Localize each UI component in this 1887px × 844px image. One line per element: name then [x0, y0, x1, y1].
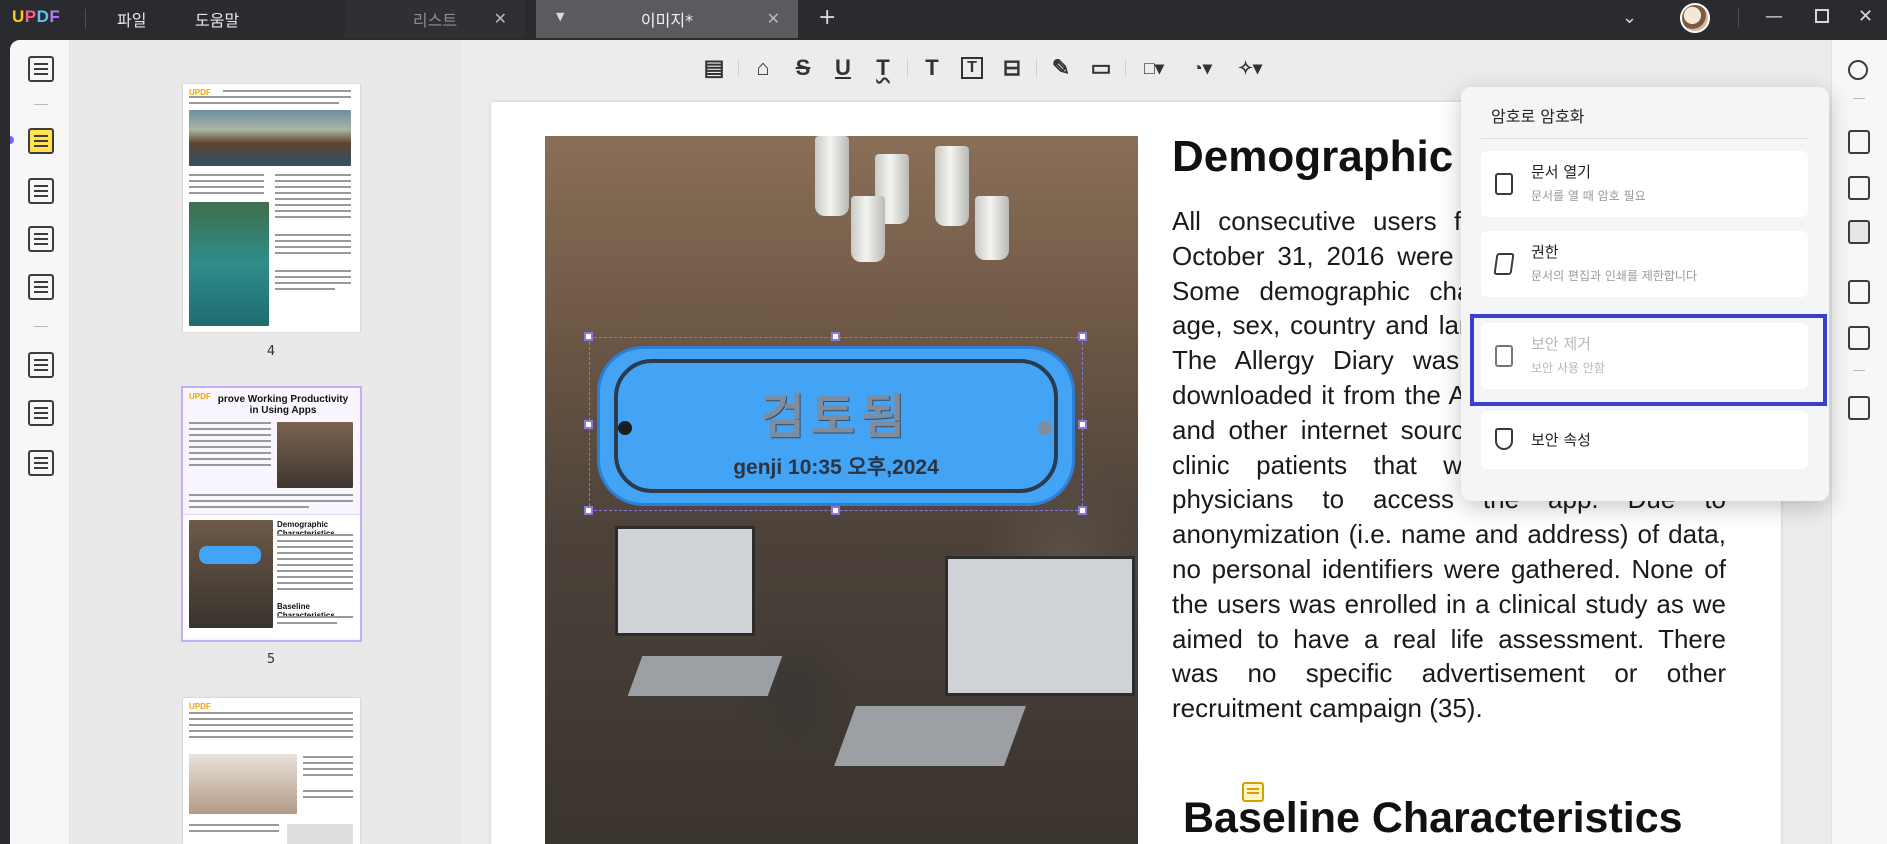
- resize-handle[interactable]: [1078, 332, 1087, 341]
- lock-doc-icon: [1495, 173, 1513, 195]
- resize-handle[interactable]: [584, 506, 593, 515]
- page-number-4: 4: [266, 344, 276, 359]
- page-thumbnail-4[interactable]: UPDF: [183, 84, 360, 332]
- thumbnail-panel: UPDF 4 UPDF prove Working Productivity i…: [71, 40, 463, 844]
- resize-handle[interactable]: [1078, 420, 1087, 429]
- permission-option[interactable]: 권한 문서의 편집과 인쇄를 제한합니다: [1481, 231, 1808, 297]
- title-divider: [85, 9, 86, 29]
- chevron-down-icon[interactable]: ⌄: [1622, 7, 1637, 28]
- pin-icon[interactable]: ✧▾: [1226, 50, 1274, 86]
- thumb-image: [189, 520, 273, 628]
- email-icon[interactable]: [1848, 326, 1870, 350]
- new-tab-icon[interactable]: +: [818, 5, 836, 30]
- toolbar-divider: [1125, 59, 1126, 77]
- rail-divider: [34, 104, 48, 105]
- thumb-image: [277, 422, 353, 488]
- page-number-5: 5: [266, 652, 276, 667]
- rail-divider: [1853, 370, 1865, 371]
- page-thumbnail-5[interactable]: UPDF prove Working Productivity in Using…: [181, 386, 362, 642]
- share-icon[interactable]: [1848, 280, 1870, 304]
- resize-handle[interactable]: [831, 332, 840, 341]
- resize-handle[interactable]: [1078, 506, 1087, 515]
- popover-divider: [1481, 138, 1809, 139]
- menu-file[interactable]: 파일: [117, 7, 146, 31]
- shape-icon[interactable]: □▾: [1130, 50, 1178, 86]
- search-icon[interactable]: [1848, 60, 1868, 80]
- tab-label: 이미지*: [640, 11, 694, 30]
- section-heading-2: Baseline Characteristics: [1183, 794, 1683, 842]
- security-popover: 암호로 암호화 문서 열기 문서를 열 때 암호 필요 권한 문서의 편집과 인…: [1461, 87, 1829, 501]
- toolbar-divider: [738, 59, 739, 77]
- stamp-title: 검토됨: [760, 389, 912, 445]
- organize-pages-icon[interactable]: [28, 352, 54, 378]
- shield-icon: [1495, 428, 1513, 450]
- maximize-icon[interactable]: [1815, 9, 1829, 23]
- eraser-icon[interactable]: ▭: [1081, 50, 1121, 86]
- thumb-logo: UPDF: [189, 702, 211, 711]
- stamp-subtitle: genji 10:35 오후,2024: [733, 456, 939, 479]
- highlight-box: [1470, 314, 1827, 406]
- text-comment-icon[interactable]: T: [912, 50, 952, 86]
- close-icon[interactable]: ✕: [767, 9, 780, 28]
- thumb-image: [189, 110, 351, 166]
- reviewed-stamp[interactable]: 검토됨 genji 10:35 오후,2024: [597, 346, 1075, 506]
- crop-icon[interactable]: [28, 400, 54, 426]
- text-box-icon[interactable]: T: [961, 57, 983, 79]
- highlight-icon[interactable]: ⌂: [743, 50, 783, 86]
- popover-title: 암호로 암호화: [1491, 107, 1585, 126]
- left-tool-rail: [10, 40, 70, 844]
- note-icon[interactable]: ▤: [694, 50, 734, 86]
- save-icon[interactable]: [1848, 396, 1870, 420]
- right-tool-rail: [1831, 40, 1887, 844]
- comment-tool-icon[interactable]: [28, 128, 54, 154]
- page-thumbnail-6[interactable]: UPDF: [183, 698, 360, 844]
- tab-list[interactable]: 리스트 ✕: [345, 0, 525, 38]
- tab-image[interactable]: ▼ 이미지* ✕: [536, 0, 798, 38]
- layers-icon[interactable]: [28, 450, 54, 476]
- thumb-stamp: [199, 546, 261, 564]
- comment-toolbar: ▤ ⌂ S U T T T ⊟ ✎ ▭ □▾ ◔▾ ✧▾: [694, 48, 1274, 88]
- stamp-icon[interactable]: ◔▾: [1178, 50, 1226, 86]
- thumb-logo: UPDF: [189, 392, 211, 401]
- workspace: UPDF 4 UPDF prove Working Productivity i…: [10, 40, 1887, 844]
- convert-icon[interactable]: [1848, 176, 1870, 200]
- ocr-icon[interactable]: [1848, 130, 1870, 154]
- strikethrough-icon[interactable]: S: [783, 50, 823, 86]
- menu-help[interactable]: 도움말: [195, 7, 239, 31]
- form-icon[interactable]: [28, 226, 54, 252]
- squiggly-icon[interactable]: T: [863, 50, 903, 86]
- edit-doc-icon: [1493, 253, 1515, 275]
- fill-sign-icon[interactable]: [28, 274, 54, 300]
- thumb-image: [189, 754, 297, 814]
- resize-handle[interactable]: [831, 506, 840, 515]
- resize-handle[interactable]: [584, 332, 593, 341]
- open-password-option[interactable]: 문서 열기 문서를 열 때 암호 필요: [1481, 151, 1808, 217]
- edit-pdf-icon[interactable]: [28, 178, 54, 204]
- active-indicator: [10, 136, 14, 144]
- minimize-icon[interactable]: —: [1765, 6, 1783, 27]
- title-divider: [1738, 8, 1739, 28]
- toolbar-divider: [1036, 59, 1037, 77]
- rail-divider: [1853, 98, 1865, 99]
- underline-icon[interactable]: U: [823, 50, 863, 86]
- pencil-icon[interactable]: ✎: [1041, 50, 1081, 86]
- resize-handle[interactable]: [584, 420, 593, 429]
- text-callout-icon[interactable]: ⊟: [992, 50, 1032, 86]
- close-window-icon[interactable]: ✕: [1858, 6, 1873, 27]
- security-properties-option[interactable]: 보안 속성: [1481, 411, 1808, 469]
- rail-divider: [34, 326, 48, 327]
- toolbar-divider: [907, 59, 908, 77]
- avatar[interactable]: [1680, 3, 1710, 33]
- thumb-image: [287, 824, 353, 844]
- thumb-image: [189, 202, 269, 326]
- protect-icon[interactable]: [1848, 220, 1870, 244]
- thumb-heading: prove Working Productivity in Using Apps: [217, 394, 349, 416]
- close-icon[interactable]: ✕: [494, 9, 507, 28]
- reader-icon[interactable]: [28, 56, 54, 82]
- updf-logo: UPDF: [12, 7, 61, 26]
- title-bar: UPDF 파일 도움말 리스트 ✕ ▼ 이미지* ✕ + ⌄ — ✕: [0, 0, 1887, 38]
